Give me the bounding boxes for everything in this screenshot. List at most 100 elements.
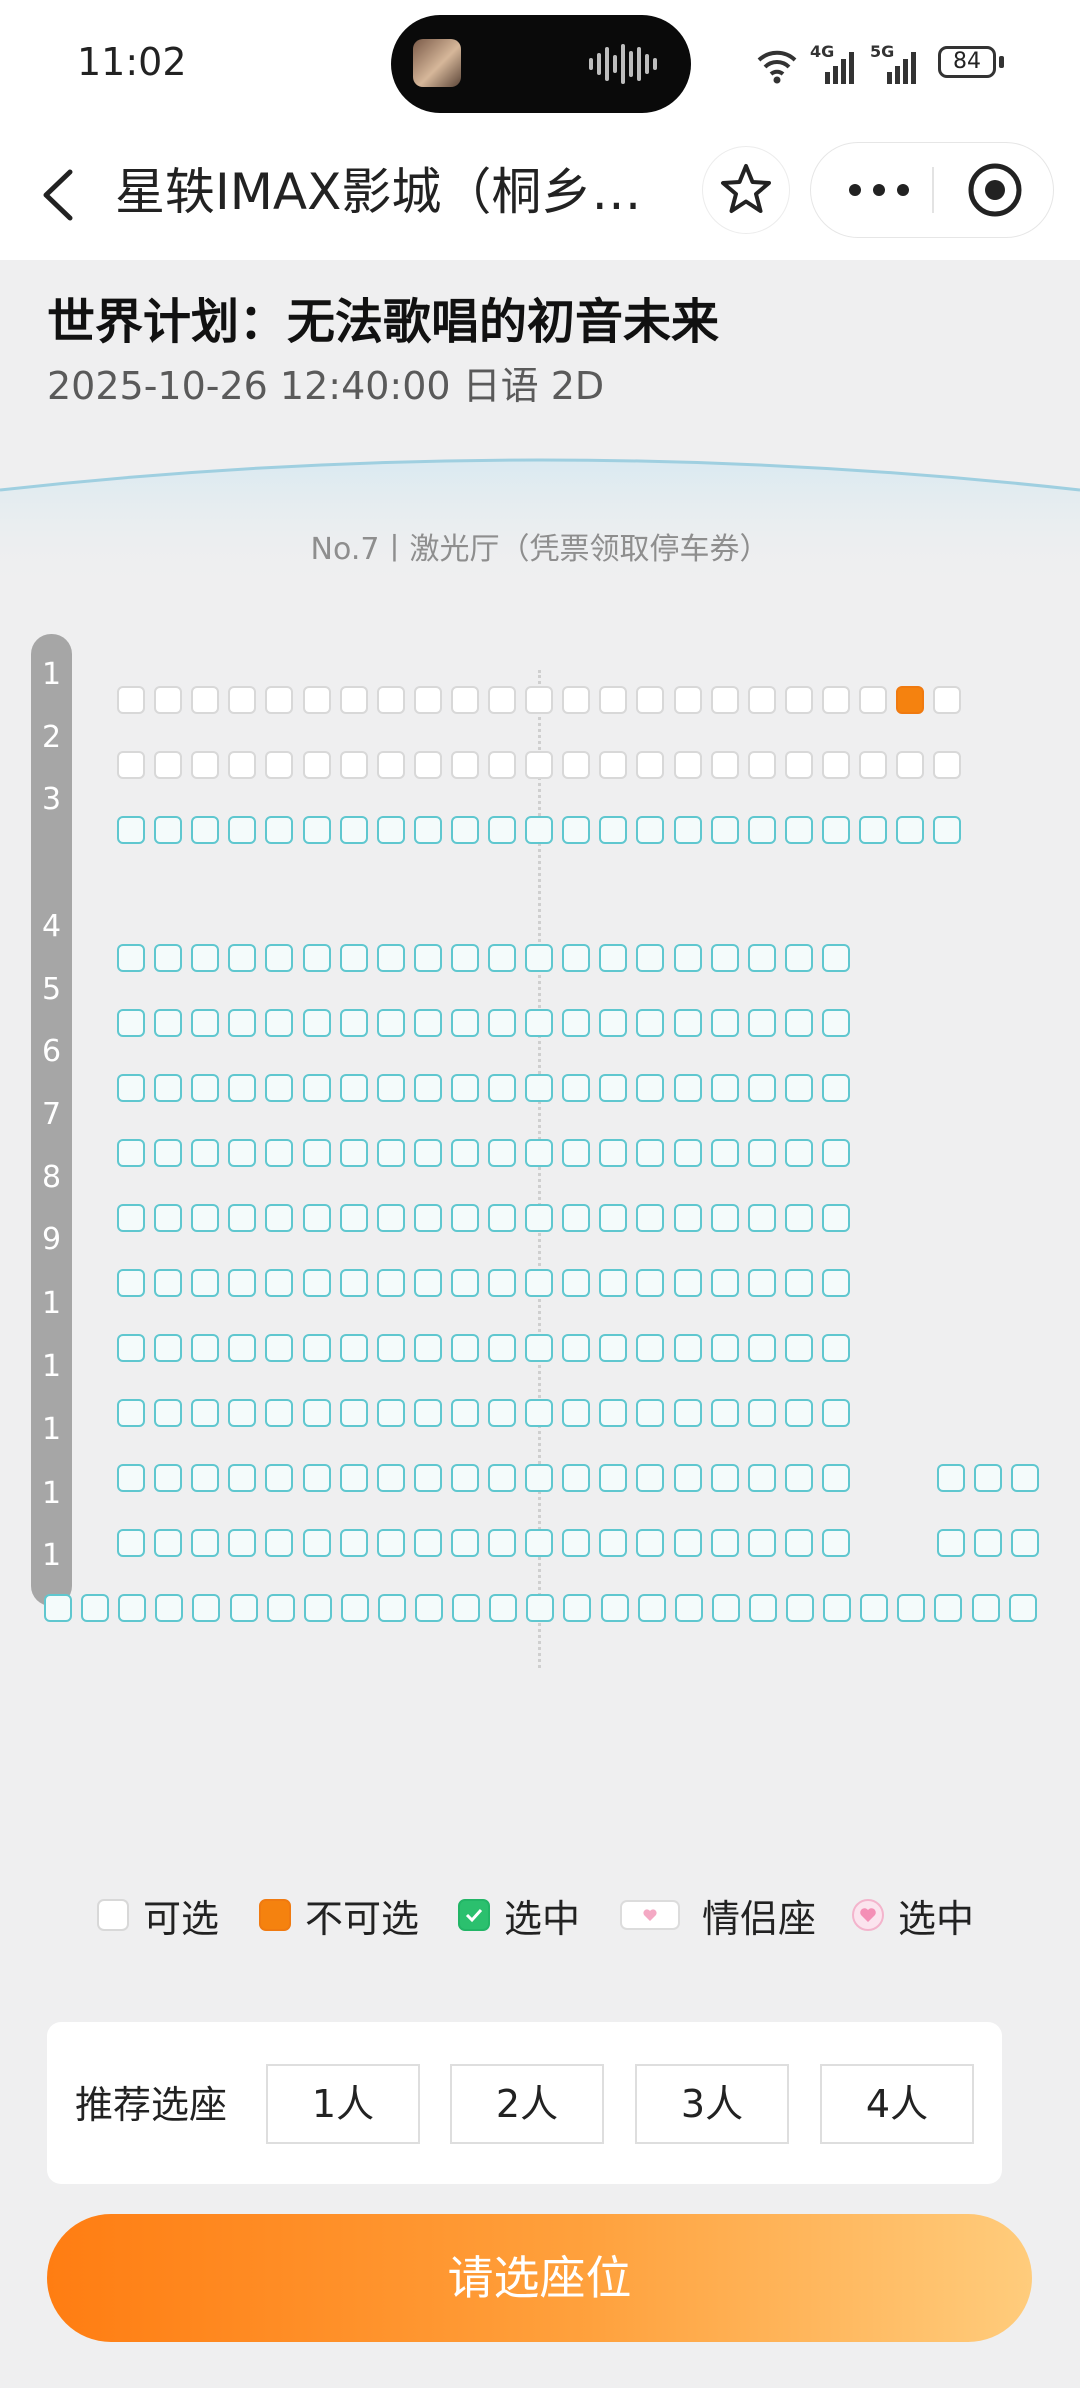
seat[interactable] bbox=[154, 686, 182, 714]
seat[interactable] bbox=[525, 1009, 553, 1037]
seat[interactable] bbox=[340, 1399, 368, 1427]
seat[interactable] bbox=[451, 1139, 479, 1167]
seat[interactable] bbox=[822, 1464, 850, 1492]
seat[interactable] bbox=[303, 1139, 331, 1167]
seat[interactable] bbox=[340, 1334, 368, 1362]
seat[interactable] bbox=[748, 816, 776, 844]
seat[interactable] bbox=[340, 1269, 368, 1297]
seat[interactable] bbox=[191, 1529, 219, 1557]
seat[interactable] bbox=[822, 944, 850, 972]
seat[interactable] bbox=[933, 751, 961, 779]
seat[interactable] bbox=[525, 1139, 553, 1167]
seat[interactable] bbox=[599, 1009, 627, 1037]
seat[interactable] bbox=[488, 1529, 516, 1557]
seat[interactable] bbox=[785, 1334, 813, 1362]
seat[interactable] bbox=[303, 1529, 331, 1557]
seat[interactable] bbox=[599, 1529, 627, 1557]
seat[interactable] bbox=[562, 1074, 590, 1102]
seat[interactable] bbox=[711, 816, 739, 844]
seat[interactable] bbox=[154, 944, 182, 972]
seat[interactable] bbox=[451, 1529, 479, 1557]
seat[interactable] bbox=[488, 1464, 516, 1492]
seat[interactable] bbox=[599, 1074, 627, 1102]
seat[interactable] bbox=[267, 1594, 295, 1622]
seat[interactable] bbox=[414, 1399, 442, 1427]
seat[interactable] bbox=[488, 751, 516, 779]
seat[interactable] bbox=[265, 816, 293, 844]
seat[interactable] bbox=[451, 686, 479, 714]
seat[interactable] bbox=[674, 1334, 702, 1362]
seat[interactable] bbox=[377, 1334, 405, 1362]
seat[interactable] bbox=[414, 1009, 442, 1037]
seat[interactable] bbox=[81, 1594, 109, 1622]
seat[interactable] bbox=[488, 686, 516, 714]
seat[interactable] bbox=[974, 1529, 1002, 1557]
seat[interactable] bbox=[748, 1269, 776, 1297]
seat[interactable] bbox=[265, 1529, 293, 1557]
seat[interactable] bbox=[377, 1529, 405, 1557]
seat[interactable] bbox=[488, 1204, 516, 1232]
seat[interactable] bbox=[711, 1529, 739, 1557]
seat[interactable] bbox=[599, 1139, 627, 1167]
seat[interactable] bbox=[154, 816, 182, 844]
seat[interactable] bbox=[748, 1334, 776, 1362]
seat[interactable] bbox=[228, 1529, 256, 1557]
seat[interactable] bbox=[636, 1139, 664, 1167]
seat[interactable] bbox=[785, 1269, 813, 1297]
seat[interactable] bbox=[599, 1334, 627, 1362]
seat[interactable] bbox=[192, 1594, 220, 1622]
seat[interactable] bbox=[525, 816, 553, 844]
seat[interactable] bbox=[265, 686, 293, 714]
seat[interactable] bbox=[340, 1009, 368, 1037]
seat[interactable] bbox=[563, 1594, 591, 1622]
seat[interactable] bbox=[525, 686, 553, 714]
seat[interactable] bbox=[265, 1204, 293, 1232]
seat[interactable] bbox=[228, 1139, 256, 1167]
seat[interactable] bbox=[562, 816, 590, 844]
seat[interactable] bbox=[154, 1204, 182, 1232]
seat[interactable] bbox=[155, 1594, 183, 1622]
seat[interactable] bbox=[154, 1269, 182, 1297]
seat[interactable] bbox=[303, 816, 331, 844]
seat[interactable] bbox=[599, 1399, 627, 1427]
seat[interactable] bbox=[636, 1529, 664, 1557]
seat[interactable] bbox=[562, 1204, 590, 1232]
select-seat-button[interactable]: 请选座位 bbox=[47, 2214, 1032, 2342]
seat[interactable] bbox=[599, 751, 627, 779]
seat[interactable] bbox=[117, 816, 145, 844]
seat[interactable] bbox=[117, 1204, 145, 1232]
seat[interactable] bbox=[414, 944, 442, 972]
seat[interactable] bbox=[117, 1074, 145, 1102]
seat[interactable] bbox=[562, 1139, 590, 1167]
seat[interactable] bbox=[785, 1204, 813, 1232]
seat[interactable] bbox=[675, 1594, 703, 1622]
seat[interactable] bbox=[674, 686, 702, 714]
more-options-icon[interactable] bbox=[811, 143, 931, 237]
favorite-button[interactable] bbox=[702, 146, 790, 234]
seat[interactable] bbox=[265, 1009, 293, 1037]
seat[interactable] bbox=[154, 1009, 182, 1037]
seat[interactable] bbox=[822, 1269, 850, 1297]
seat[interactable] bbox=[636, 1009, 664, 1037]
seat[interactable] bbox=[674, 1269, 702, 1297]
seat[interactable] bbox=[636, 1074, 664, 1102]
seat[interactable] bbox=[1011, 1464, 1039, 1492]
seat[interactable] bbox=[451, 1399, 479, 1427]
seat[interactable] bbox=[525, 944, 553, 972]
seat[interactable] bbox=[228, 1009, 256, 1037]
seat[interactable] bbox=[674, 1204, 702, 1232]
seat[interactable] bbox=[933, 686, 961, 714]
seat[interactable] bbox=[488, 944, 516, 972]
seat[interactable] bbox=[599, 944, 627, 972]
seat[interactable] bbox=[562, 1399, 590, 1427]
seat[interactable] bbox=[785, 944, 813, 972]
recommend-2-person-button[interactable]: 2人 bbox=[450, 2064, 604, 2144]
seat[interactable] bbox=[303, 1399, 331, 1427]
seat[interactable] bbox=[636, 1204, 664, 1232]
seat[interactable] bbox=[228, 1334, 256, 1362]
seat[interactable] bbox=[525, 1529, 553, 1557]
seat[interactable] bbox=[934, 1594, 962, 1622]
seat[interactable] bbox=[228, 816, 256, 844]
seat[interactable] bbox=[785, 1074, 813, 1102]
seat[interactable] bbox=[1009, 1594, 1037, 1622]
